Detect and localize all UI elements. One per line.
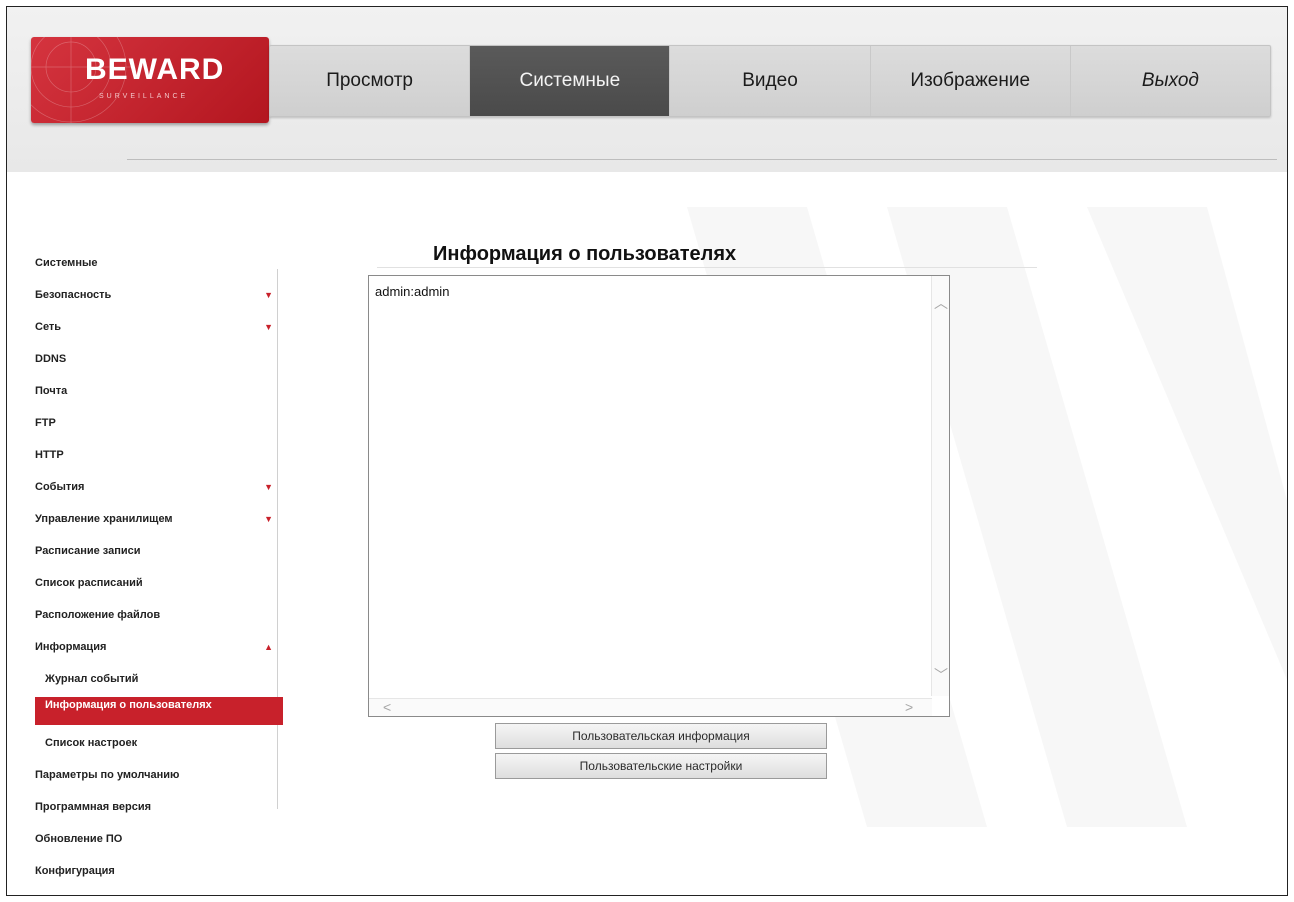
vertical-scrollbar[interactable]: ︿ ﹀ <box>931 276 949 696</box>
page-title: Информация о пользователях <box>433 243 737 265</box>
user-info-button[interactable]: Пользовательская информация <box>495 723 827 749</box>
sidebar-item-informatsiya-o-polzovatelyakh[interactable]: Информация о пользователях <box>35 697 283 725</box>
sidebar-item-label: HTTP <box>35 449 64 461</box>
sidebar-item-ddns[interactable]: DDNS <box>35 343 283 375</box>
sidebar-item-spisok-raspisaniy[interactable]: Список расписаний <box>35 567 283 599</box>
sidebar-item-http[interactable]: HTTP <box>35 439 283 471</box>
logo-subtitle: SURVEILLANCE <box>99 93 189 100</box>
sidebar-item-label: Программная версия <box>35 801 152 813</box>
sidebar-item-parametry-po-umolchaniyu[interactable]: Параметры по умолчанию <box>35 759 283 791</box>
expand-arrow-icon: ▼ <box>264 482 273 492</box>
sidebar-item-upravlenie-khranilishchem[interactable]: Управление хранилищем ▼ <box>35 503 283 535</box>
sidebar-item-label: Параметры по умолчанию <box>35 769 180 781</box>
sidebar-item-sistemnye[interactable]: Системные <box>35 247 283 279</box>
sidebar-item-set[interactable]: Сеть ▼ <box>35 311 283 343</box>
tab-sistemnye[interactable]: Системные <box>470 46 671 116</box>
chevron-left-icon[interactable]: < <box>383 700 391 714</box>
sidebar-item-label: Системные <box>35 257 98 269</box>
expand-arrow-icon: ▼ <box>264 514 273 524</box>
sidebar-item-label: Информация <box>35 641 107 653</box>
sidebar-item-label: События <box>35 481 85 493</box>
sidebar-item-konfiguratsiya[interactable]: Конфигурация <box>35 855 283 887</box>
sidebar-item-label: DDNS <box>35 353 67 365</box>
sidebar-item-obnovlenie-po[interactable]: Обновление ПО <box>35 823 283 855</box>
collapse-arrow-icon: ▲ <box>264 642 273 652</box>
horizontal-scrollbar[interactable]: < > <box>369 698 932 716</box>
header-divider <box>127 159 1277 160</box>
tab-video[interactable]: Видео <box>670 46 871 116</box>
sidebar-item-label: Расписание записи <box>35 545 141 557</box>
expand-arrow-icon: ▼ <box>264 322 273 332</box>
sidebar-item-label: Управление хранилищем <box>35 513 173 525</box>
user-info-text: admin:admin <box>375 284 450 299</box>
expand-arrow-icon: ▼ <box>264 290 273 300</box>
beward-logo[interactable]: BEWARD SURVEILLANCE <box>31 37 269 123</box>
sidebar-item-informatsiya[interactable]: Информация ▲ <box>35 631 283 663</box>
sidebar-item-zhurnal-sobytiy[interactable]: Журнал событий <box>35 663 283 695</box>
sidebar-item-ftp[interactable]: FTP <box>35 407 283 439</box>
sidebar-item-pochta[interactable]: Почта <box>35 375 283 407</box>
sidebar-item-spisok-nastroek[interactable]: Список настроек <box>35 727 283 759</box>
title-divider <box>377 267 1037 268</box>
chevron-down-icon[interactable]: ﹀ <box>934 668 948 682</box>
user-settings-button[interactable]: Пользовательские настройки <box>495 753 827 779</box>
sidebar-item-label: FTP <box>35 417 56 429</box>
sidebar-item-raspolozhenie-faylov[interactable]: Расположение файлов <box>35 599 283 631</box>
browser-frame: BEWARD SURVEILLANCE Просмотр Системные В… <box>6 6 1288 896</box>
sidebar-item-label: Список расписаний <box>35 577 143 589</box>
top-nav: Просмотр Системные Видео Изображение Вых… <box>269 45 1271 117</box>
chevron-up-icon[interactable]: ︿ <box>934 296 948 310</box>
tab-prosmotr[interactable]: Просмотр <box>270 46 471 116</box>
sidebar-item-label: Журнал событий <box>45 673 139 685</box>
sidebar-item-label: Список настроек <box>45 737 138 749</box>
sidebar-item-programmnaya-versiya[interactable]: Программная версия <box>35 791 283 823</box>
user-info-textarea[interactable]: admin:admin ︿ ﹀ < > <box>368 275 950 717</box>
tab-izobrazhenie[interactable]: Изображение <box>871 46 1071 116</box>
sidebar-item-label: Почта <box>35 385 68 397</box>
sidebar-item-label: Обновление ПО <box>35 833 123 845</box>
sidebar-item-label: Безопасность <box>35 289 112 301</box>
chevron-right-icon[interactable]: > <box>905 700 913 714</box>
tab-vykhod[interactable]: Выход <box>1071 46 1270 116</box>
sidebar-item-label: Конфигурация <box>35 865 115 877</box>
logo-brand: BEWARD <box>85 53 225 86</box>
sidebar-item-label: Информация о пользователях <box>45 699 212 711</box>
sidebar-item-raspisanie-zapisi[interactable]: Расписание записи <box>35 535 283 567</box>
sidebar-item-sobytiya[interactable]: События ▼ <box>35 471 283 503</box>
sidebar: Системные Безопасность ▼ Сеть ▼ DDNS Почта… <box>35 247 283 887</box>
sidebar-item-label: Сеть <box>35 321 62 333</box>
sidebar-item-label: Расположение файлов <box>35 609 161 621</box>
sidebar-item-bezopasnost[interactable]: Безопасность ▼ <box>35 279 283 311</box>
